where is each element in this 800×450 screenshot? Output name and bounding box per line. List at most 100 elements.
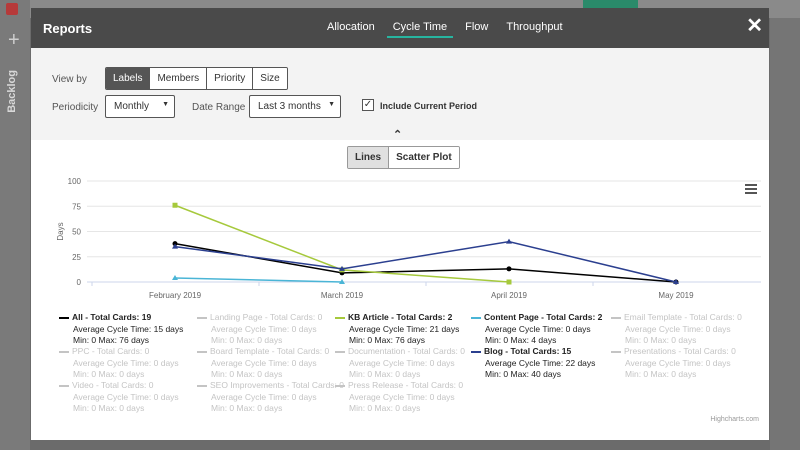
legend-marker bbox=[471, 316, 481, 319]
legend-item[interactable]: Video - Total Cards: 0 Average Cycle Time… bbox=[59, 380, 179, 415]
legend-name: Video - Total Cards: 0 bbox=[72, 380, 154, 390]
legend-marker bbox=[611, 350, 621, 353]
legend-item[interactable]: All - Total Cards: 19 Average Cycle Time:… bbox=[59, 312, 183, 347]
legend-item[interactable]: Documentation - Total Cards: 0 Average Cy… bbox=[335, 346, 465, 381]
legend-name: KB Article - Total Cards: 2 bbox=[348, 312, 453, 322]
legend-item[interactable]: PPC - Total Cards: 0 Average Cycle Time: … bbox=[59, 346, 179, 381]
legend-min-max: Min: 0 Max: 0 days bbox=[211, 335, 283, 345]
legend-name: Presentations - Total Cards: 0 bbox=[624, 346, 736, 356]
legend-min-max: Min: 0 Max: 0 days bbox=[73, 369, 145, 379]
legend-name: Blog - Total Cards: 15 bbox=[484, 346, 572, 356]
legend-average: Average Cycle Time: 0 days bbox=[211, 323, 317, 334]
legend-average: Average Cycle Time: 0 days bbox=[625, 323, 731, 334]
legend-average: Average Cycle Time: 21 days bbox=[349, 323, 460, 334]
legend-marker bbox=[335, 384, 345, 387]
modal-header: Reports Allocation Cycle Time Flow Throu… bbox=[31, 8, 769, 48]
data-point-kb-article bbox=[506, 279, 512, 285]
reports-modal: Reports Allocation Cycle Time Flow Throu… bbox=[31, 8, 769, 440]
view-by-members-button[interactable]: Members bbox=[150, 68, 208, 89]
tab-allocation[interactable]: Allocation bbox=[321, 8, 381, 48]
y-tick-label: 0 bbox=[77, 278, 82, 287]
legend-name: Board Template - Total Cards: 0 bbox=[210, 346, 330, 356]
legend-average: Average Cycle Time: 0 days bbox=[625, 357, 731, 368]
legend-min-max: Min: 0 Max: 0 days bbox=[349, 369, 421, 379]
include-current-checkbox[interactable]: ✓ bbox=[362, 99, 374, 111]
view-by-priority-button[interactable]: Priority bbox=[207, 68, 254, 89]
legend-item[interactable]: KB Article - Total Cards: 2 Average Cycle… bbox=[335, 312, 459, 347]
tab-flow[interactable]: Flow bbox=[459, 8, 494, 48]
add-icon[interactable]: + bbox=[8, 30, 20, 50]
app-logo bbox=[6, 3, 18, 15]
include-current-label: Include Current Period bbox=[380, 101, 478, 111]
view-by-size-button[interactable]: Size bbox=[253, 68, 287, 89]
legend-item[interactable]: SEO Improvements - Total Cards: 0 Average… bbox=[197, 380, 344, 415]
legend-name: Email Template - Total Cards: 0 bbox=[624, 312, 742, 322]
legend-min-max: Min: 0 Max: 76 days bbox=[349, 335, 426, 345]
chart-menu-icon[interactable] bbox=[745, 184, 757, 196]
legend-average: Average Cycle Time: 0 days bbox=[349, 391, 455, 402]
tab-throughput[interactable]: Throughput bbox=[500, 8, 568, 48]
legend-marker bbox=[471, 350, 481, 353]
legend-average: Average Cycle Time: 0 days bbox=[211, 357, 317, 368]
chevron-up-icon[interactable]: ⌃ bbox=[393, 128, 402, 141]
data-point-blog bbox=[506, 238, 512, 244]
legend-name: PPC - Total Cards: 0 bbox=[72, 346, 150, 356]
legend-average: Average Cycle Time: 0 days bbox=[73, 357, 179, 368]
legend-min-max: Min: 0 Max: 0 days bbox=[625, 369, 697, 379]
y-tick-label: 25 bbox=[72, 253, 81, 262]
y-tick-label: 75 bbox=[72, 202, 81, 211]
legend-item[interactable]: Presentations - Total Cards: 0 Average Cy… bbox=[611, 346, 736, 381]
chart-credits: Highcharts.com bbox=[710, 416, 759, 423]
legend-average: Average Cycle Time: 0 days bbox=[349, 357, 455, 368]
legend-item[interactable]: Content Page - Total Cards: 2 Average Cyc… bbox=[471, 312, 602, 347]
series-line-content-page bbox=[174, 277, 343, 283]
legend-name: Content Page - Total Cards: 2 bbox=[484, 312, 603, 322]
periodicity-select[interactable]: Monthly ▼ bbox=[105, 95, 175, 118]
app-board-edge bbox=[770, 18, 800, 450]
filters-panel: View by Labels Members Priority Size Per… bbox=[31, 48, 769, 141]
legend-item[interactable]: Blog - Total Cards: 15 Average Cycle Time… bbox=[471, 346, 595, 381]
date-range-value: Last 3 months bbox=[258, 101, 321, 112]
legend-min-max: Min: 0 Max: 0 days bbox=[211, 369, 283, 379]
legend-marker bbox=[59, 316, 69, 319]
legend-average: Average Cycle Time: 0 days bbox=[73, 391, 179, 402]
date-range-label: Date Range bbox=[192, 102, 246, 113]
legend-marker bbox=[59, 350, 69, 353]
x-tick-label: March 2019 bbox=[321, 291, 364, 300]
legend-marker bbox=[59, 384, 69, 387]
backlog-label: Backlog bbox=[6, 70, 18, 113]
close-icon[interactable]: ✕ bbox=[746, 13, 763, 38]
y-axis-label: Days bbox=[56, 222, 65, 240]
view-by-labels-button[interactable]: Labels bbox=[106, 68, 151, 89]
legend-item[interactable]: Press Release - Total Cards: 0 Average Cy… bbox=[335, 380, 463, 415]
chevron-down-icon: ▼ bbox=[328, 101, 335, 108]
tab-cycle-time[interactable]: Cycle Time bbox=[386, 8, 454, 38]
view-by-segmented: Labels Members Priority Size bbox=[105, 67, 288, 90]
y-tick-label: 100 bbox=[68, 177, 82, 186]
chart-type-toggle: Lines Scatter Plot bbox=[347, 146, 460, 169]
legend-name: All - Total Cards: 19 bbox=[72, 312, 152, 322]
lines-button[interactable]: Lines bbox=[348, 147, 390, 168]
legend-marker bbox=[335, 316, 345, 319]
legend-item[interactable]: Email Template - Total Cards: 0 Average C… bbox=[611, 312, 742, 347]
legend-min-max: Min: 0 Max: 0 days bbox=[211, 403, 283, 413]
legend-marker bbox=[335, 350, 345, 353]
legend-min-max: Min: 0 Max: 76 days bbox=[73, 335, 150, 345]
legend-average: Average Cycle Time: 0 days bbox=[485, 323, 591, 334]
legend-item[interactable]: Board Template - Total Cards: 0 Average C… bbox=[197, 346, 329, 381]
legend-marker bbox=[197, 384, 207, 387]
legend-marker bbox=[197, 316, 207, 319]
report-tabs: Allocation Cycle Time Flow Throughput bbox=[321, 8, 575, 48]
scatter-plot-button[interactable]: Scatter Plot bbox=[389, 147, 459, 168]
x-tick-label: February 2019 bbox=[149, 291, 202, 300]
cycle-time-chart: 100 75 50 25 0 February 2019 March 2019 April 2… bbox=[56, 177, 761, 300]
legend-item[interactable]: Landing Page - Total Cards: 0 Average Cyc… bbox=[197, 312, 322, 347]
date-range-select[interactable]: Last 3 months ▼ bbox=[249, 95, 341, 118]
legend-marker bbox=[611, 316, 621, 319]
legend-name: SEO Improvements - Total Cards: 0 bbox=[210, 380, 345, 390]
legend-min-max: Min: 0 Max: 0 days bbox=[73, 403, 145, 413]
modal-title: Reports bbox=[43, 21, 93, 36]
periodicity-label: Periodicity bbox=[52, 102, 99, 113]
legend-name: Press Release - Total Cards: 0 bbox=[348, 380, 464, 390]
data-point-all bbox=[506, 266, 512, 272]
